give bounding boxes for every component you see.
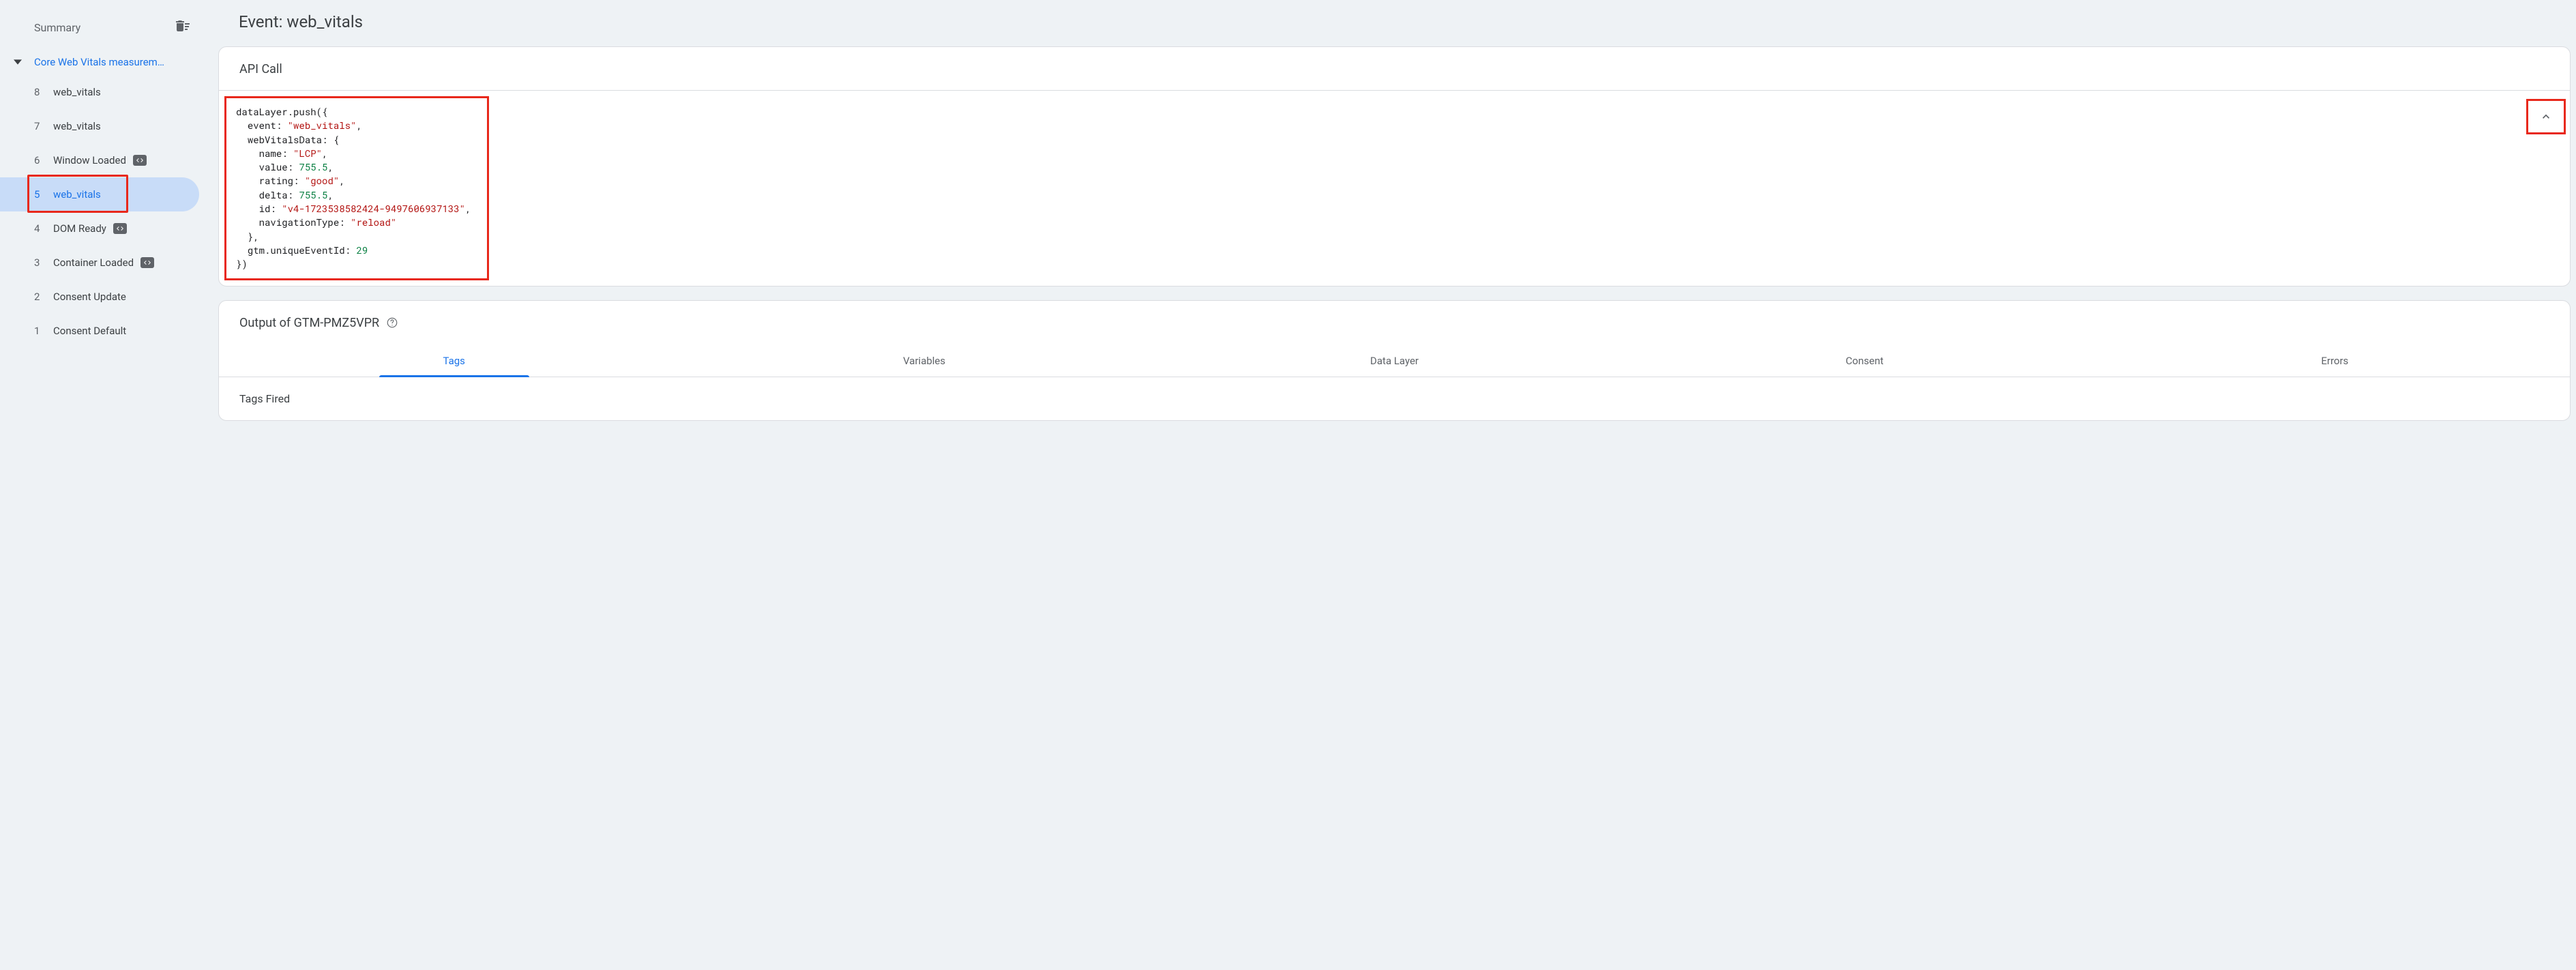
api-call-card: API Call dataLayer.push({ event: "web_vi… (218, 46, 2571, 286)
summary-title: Summary (34, 21, 80, 34)
event-item-1[interactable]: 1 Consent Default (0, 314, 199, 348)
api-call-header: API Call (219, 47, 2570, 91)
event-num: 3 (34, 256, 49, 269)
code-badge-icon (113, 223, 127, 234)
event-label: DOM Ready (53, 222, 106, 235)
tab-tags[interactable]: Tags (219, 344, 689, 377)
tab-variables[interactable]: Variables (689, 344, 1159, 377)
delete-sweep-icon (175, 18, 191, 34)
output-card: Output of GTM-PMZ5VPR TagsVariablesData … (218, 300, 2571, 421)
event-label: Container Loaded (53, 256, 134, 269)
clear-summary-button[interactable] (175, 18, 191, 37)
tree-group-label: Core Web Vitals measurem… (34, 56, 191, 68)
event-item-5[interactable]: 5 web_vitals (0, 177, 199, 211)
event-num: 1 (34, 325, 49, 337)
event-label: web_vitals (53, 188, 101, 201)
code-badge-icon (133, 155, 147, 166)
help-icon[interactable] (386, 317, 398, 329)
page-title: Event: web_vitals (218, 0, 2571, 46)
event-num: 8 (34, 86, 49, 98)
output-card-header: Output of GTM-PMZ5VPR (219, 301, 2570, 344)
chevron-up-icon (2539, 110, 2553, 123)
api-call-code: dataLayer.push({ event: "web_vitals", we… (224, 96, 489, 280)
event-item-4[interactable]: 4 DOM Ready (0, 211, 199, 246)
collapse-api-call-button[interactable] (2526, 99, 2566, 134)
main: Event: web_vitals API Call dataLayer.pus… (205, 0, 2576, 970)
api-call-body: dataLayer.push({ event: "web_vitals", we… (219, 96, 2570, 280)
event-num: 7 (34, 120, 49, 132)
event-label: web_vitals (53, 86, 101, 98)
event-item-7[interactable]: 7 web_vitals (0, 109, 199, 143)
tree-group[interactable]: Core Web Vitals measurem… (0, 49, 205, 75)
event-label: Consent Default (53, 325, 126, 337)
event-item-6[interactable]: 6 Window Loaded (0, 143, 199, 177)
tab-consent[interactable]: Consent (1629, 344, 2099, 377)
sidebar: Summary Core Web Vitals measurem… 8 web_v… (0, 0, 205, 970)
event-label: Window Loaded (53, 154, 126, 166)
caret-down-icon (14, 58, 22, 66)
event-label: Consent Update (53, 291, 126, 303)
event-label: web_vitals (53, 120, 101, 132)
event-num: 2 (34, 291, 49, 303)
event-num: 4 (34, 222, 49, 235)
code-badge-icon (140, 257, 154, 268)
event-list: 8 web_vitals 7 web_vitals 6 Window Loaded 5 web… (0, 75, 205, 348)
tab-errors[interactable]: Errors (2100, 344, 2570, 377)
tab-data-layer[interactable]: Data Layer (1159, 344, 1629, 377)
event-item-3[interactable]: 3 Container Loaded (0, 246, 199, 280)
event-num: 6 (34, 154, 49, 166)
event-num: 5 (34, 188, 49, 201)
output-tabs: TagsVariablesData LayerConsentErrors (219, 344, 2570, 377)
tags-fired-section: Tags Fired (219, 377, 2570, 420)
event-item-2[interactable]: 2 Consent Update (0, 280, 199, 314)
event-item-8[interactable]: 8 web_vitals (0, 75, 199, 109)
sidebar-header: Summary (0, 12, 205, 49)
